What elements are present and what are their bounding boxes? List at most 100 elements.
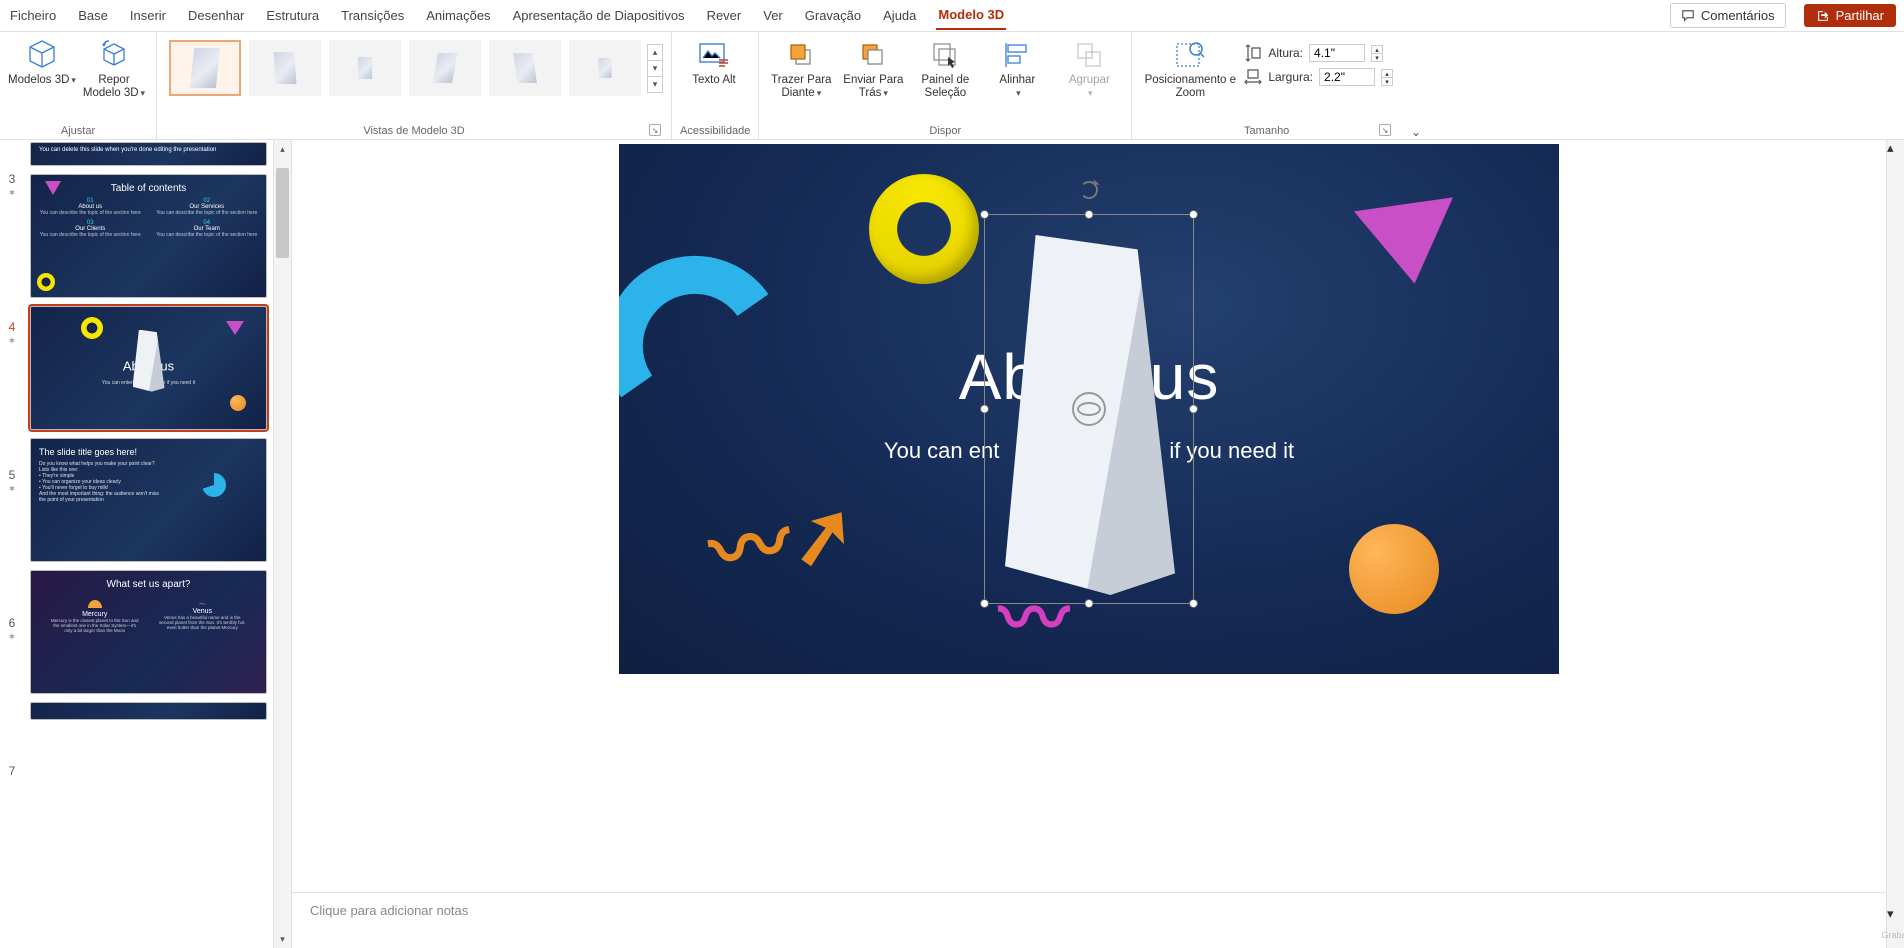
send-backward-button[interactable]: Enviar Para Trás▾ xyxy=(839,36,907,100)
comments-button[interactable]: Comentários xyxy=(1670,3,1786,28)
tab-design[interactable]: Estrutura xyxy=(264,2,321,29)
height-icon xyxy=(1244,44,1262,62)
size-dialog-launcher[interactable]: ↘ xyxy=(1379,124,1391,136)
view-2[interactable] xyxy=(249,40,321,96)
resize-handle-mr[interactable] xyxy=(1189,405,1198,414)
views-dialog-launcher[interactable]: ↘ xyxy=(649,124,661,136)
view-6[interactable] xyxy=(569,40,641,96)
width-icon xyxy=(1244,68,1262,86)
tab-home[interactable]: Base xyxy=(76,2,110,29)
view-1[interactable] xyxy=(169,40,241,96)
notes-pane[interactable]: Clique para adicionar notas xyxy=(292,892,1886,948)
views-gallery: ▴ ▾ ▾ xyxy=(165,36,663,100)
tab-insert[interactable]: Inserir xyxy=(128,2,168,29)
record-indicator: Grabar xyxy=(1887,922,1904,948)
share-button[interactable]: Partilhar xyxy=(1804,4,1896,27)
squiggle-orange: 〰➚ xyxy=(700,466,865,606)
thumb-5-title: The slide title goes here! xyxy=(39,447,258,457)
height-input[interactable] xyxy=(1309,44,1365,62)
tab-view[interactable]: Ver xyxy=(761,2,785,29)
models-3d-label: Modelos 3D xyxy=(8,74,69,86)
scroll-up[interactable]: ▴ xyxy=(274,140,291,158)
tab-3dmodel[interactable]: Modelo 3D xyxy=(936,1,1006,30)
gallery-down[interactable]: ▾ xyxy=(647,60,663,77)
bring-forward-icon xyxy=(784,38,818,72)
slide-thumb-6[interactable]: What set us apart? MercuryMercury is the… xyxy=(30,570,267,694)
resize-handle-tl[interactable] xyxy=(980,210,989,219)
width-input[interactable] xyxy=(1319,68,1375,86)
tab-help[interactable]: Ajuda xyxy=(881,2,918,29)
tab-file[interactable]: Ficheiro xyxy=(8,2,58,29)
align-icon xyxy=(1000,38,1034,72)
group-adjust: Modelos 3D▾ Repor Modelo 3D▾ Ajustar xyxy=(0,32,157,139)
tab-draw[interactable]: Desenhar xyxy=(186,2,246,29)
thumb-num-6: 6 xyxy=(9,616,16,630)
tab-transitions[interactable]: Transições xyxy=(339,2,406,29)
align-button[interactable]: Alinhar▾ xyxy=(983,36,1051,100)
resize-handle-bl[interactable] xyxy=(980,599,989,608)
slide-thumb-5[interactable]: The slide title goes here! Do you know w… xyxy=(30,438,267,562)
menu-tabs: Ficheiro Base Inserir Desenhar Estrutura… xyxy=(0,0,1904,32)
thumb-num-3: 3 xyxy=(9,172,16,186)
resize-handle-tr[interactable] xyxy=(1189,210,1198,219)
scroll-handle[interactable] xyxy=(276,168,289,258)
orbit-3d-handle[interactable] xyxy=(1072,392,1106,426)
scroll-down[interactable]: ▾ xyxy=(274,930,291,948)
thumb-num-7: 7 xyxy=(9,764,16,778)
slide-thumb-7[interactable] xyxy=(30,702,267,720)
canvas-scroll-up[interactable]: ▴ xyxy=(1887,140,1904,156)
tab-slideshow[interactable]: Apresentação de Diapositivos xyxy=(511,2,687,29)
pan-zoom-button[interactable]: Posicionamento e Zoom xyxy=(1140,36,1240,100)
resize-handle-ml[interactable] xyxy=(980,405,989,414)
resize-handle-br[interactable] xyxy=(1189,599,1198,608)
view-4[interactable] xyxy=(409,40,481,96)
triangle-shape xyxy=(1354,197,1464,290)
thumb-6-title: What set us apart? xyxy=(39,579,258,590)
thumbs-scrollbar[interactable]: ▴ ▾ xyxy=(273,140,291,948)
collapse-ribbon-button[interactable]: ⌄ xyxy=(1401,32,1429,139)
canvas-scroll-down[interactable]: ▾ xyxy=(1887,906,1904,922)
group-size-label: Tamanho ↘ xyxy=(1140,121,1393,139)
width-label: Largura: xyxy=(1268,70,1313,84)
slide: 〰➚ 〰 About us You can enter a subtitle h… xyxy=(619,144,1559,674)
bring-forward-label: Trazer Para Diante xyxy=(771,74,831,99)
slide-canvas[interactable]: 〰➚ 〰 About us You can enter a subtitle h… xyxy=(292,140,1886,892)
thumbnails-pane: 3✶ 4✶ 5✶ 6✶ 7 You can delete this slide … xyxy=(0,140,292,948)
selection-pane-label: Painel de Seleção xyxy=(911,74,979,100)
reset-3d-label: Repor Modelo 3D xyxy=(83,74,139,99)
height-down[interactable]: ▾ xyxy=(1371,53,1383,62)
tab-animations[interactable]: Animações xyxy=(424,2,492,29)
resize-handle-bm[interactable] xyxy=(1085,599,1094,608)
thumb-3-title: Table of contents xyxy=(39,183,258,194)
tab-record[interactable]: Gravação xyxy=(803,2,863,29)
models-3d-button[interactable]: Modelos 3D▾ xyxy=(8,36,76,87)
thumb-2-caption: You can delete this slide when you're do… xyxy=(39,147,258,153)
group-objects-label: Agrupar xyxy=(1069,74,1110,86)
thumbnails-list: You can delete this slide when you're do… xyxy=(24,140,273,948)
tab-review[interactable]: Rever xyxy=(705,2,744,29)
gallery-up[interactable]: ▴ xyxy=(647,44,663,61)
canvas-scrollbar[interactable]: ▴ ▾ Grabar xyxy=(1886,140,1904,948)
selection-box[interactable] xyxy=(984,214,1194,604)
alt-text-button[interactable]: Texto Alt xyxy=(680,36,748,87)
canvas-column: 〰➚ 〰 About us You can enter a subtitle h… xyxy=(292,140,1886,948)
cube-icon xyxy=(25,38,59,72)
gallery-scroll: ▴ ▾ ▾ xyxy=(647,44,663,92)
selection-pane-button[interactable]: Painel de Seleção xyxy=(911,36,979,100)
bring-forward-button[interactable]: Trazer Para Diante▾ xyxy=(767,36,835,100)
view-3[interactable] xyxy=(329,40,401,96)
group-size: Posicionamento e Zoom Altura: ▴▾ Largura… xyxy=(1132,32,1401,139)
ribbon: Modelos 3D▾ Repor Modelo 3D▾ Ajustar ▴ xyxy=(0,32,1904,140)
star-icon: ✶ xyxy=(8,336,16,347)
comments-label: Comentários xyxy=(1701,8,1775,23)
width-down[interactable]: ▾ xyxy=(1381,77,1393,86)
slide-thumb-4[interactable]: About us You can enter a subtitle here i… xyxy=(30,306,267,430)
gallery-more[interactable]: ▾ xyxy=(647,76,663,93)
rotate-handle[interactable] xyxy=(1080,181,1098,199)
sphere-shape xyxy=(1349,524,1439,614)
view-5[interactable] xyxy=(489,40,561,96)
slide-thumb-2[interactable]: You can delete this slide when you're do… xyxy=(30,142,267,166)
reset-3d-button[interactable]: Repor Modelo 3D▾ xyxy=(80,36,148,100)
slide-thumb-3[interactable]: Table of contents 01About usYou can desc… xyxy=(30,174,267,298)
resize-handle-tm[interactable] xyxy=(1085,210,1094,219)
